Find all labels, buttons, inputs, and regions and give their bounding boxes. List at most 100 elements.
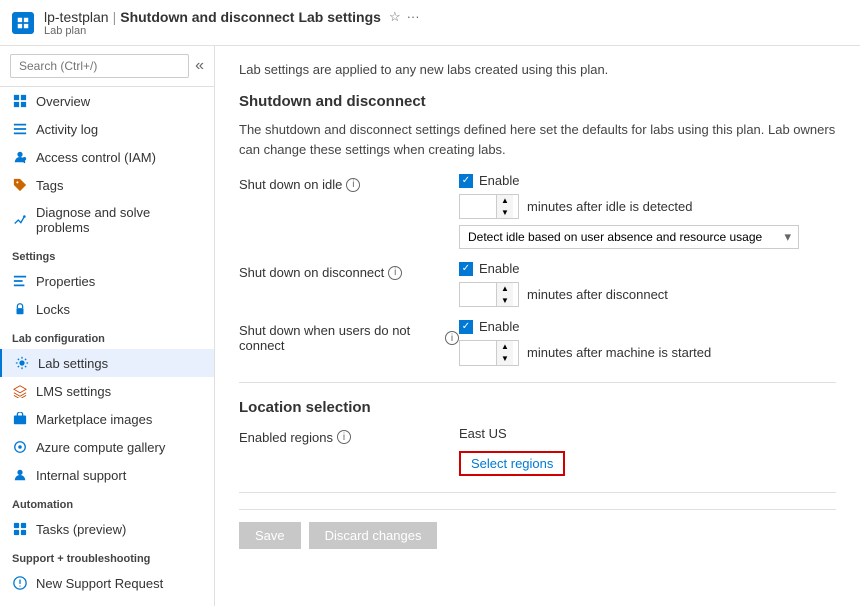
shutdown-section-title: Shutdown and disconnect xyxy=(239,93,836,114)
support-section-label: Support + troubleshooting xyxy=(0,543,214,569)
sidebar-item-internal-support-label: Internal support xyxy=(36,468,126,483)
shutdown-idle-spinner: 15 ▲ ▼ xyxy=(459,194,519,219)
shutdown-idle-enable-text: Enable xyxy=(479,173,519,188)
activity-log-icon xyxy=(12,121,28,137)
sidebar-item-properties[interactable]: Properties xyxy=(0,267,214,295)
diagnose-icon xyxy=(12,212,28,228)
shutdown-idle-info-icon[interactable]: i xyxy=(346,178,360,192)
enabled-regions-info-icon[interactable]: i xyxy=(337,430,351,444)
sidebar-item-activity-log[interactable]: Activity log xyxy=(0,115,214,143)
shutdown-disconnect-spinner: 0 ▲ ▼ xyxy=(459,282,519,307)
shutdown-disconnect-info-icon[interactable]: i xyxy=(388,266,402,280)
location-section-title: Location selection xyxy=(239,399,836,420)
shutdown-no-connect-minutes-input[interactable]: 15 xyxy=(460,342,496,363)
shutdown-idle-dropdown-wrapper: Detect idle based on user absence and re… xyxy=(459,225,799,249)
tags-icon xyxy=(12,177,28,193)
shutdown-no-connect-minutes-row: 15 ▲ ▼ minutes after machine is started xyxy=(459,340,711,365)
page-title-text: Lab settings xyxy=(298,9,380,25)
save-button[interactable]: Save xyxy=(239,522,301,549)
shutdown-idle-minutes-label: minutes after idle is detected xyxy=(527,199,692,214)
shutdown-idle-checkbox[interactable] xyxy=(459,174,473,188)
sidebar-item-lab-settings-label: Lab settings xyxy=(38,356,108,371)
shutdown-idle-dropdown[interactable]: Detect idle based on user absence and re… xyxy=(459,225,799,249)
collapse-button[interactable]: « xyxy=(195,57,204,75)
shutdown-idle-control: Enable 15 ▲ ▼ minutes after idle is dete… xyxy=(459,173,799,249)
discard-changes-button[interactable]: Discard changes xyxy=(309,522,438,549)
footer-buttons: Save Discard changes xyxy=(239,509,836,549)
shutdown-section-desc: The shutdown and disconnect settings def… xyxy=(239,120,836,159)
sidebar-item-tags[interactable]: Tags xyxy=(0,171,214,199)
sidebar-item-properties-label: Properties xyxy=(36,274,95,289)
sidebar-item-locks-label: Locks xyxy=(36,302,70,317)
shutdown-idle-dropdown-row: Detect idle based on user absence and re… xyxy=(459,225,799,249)
shutdown-disconnect-control: Enable 0 ▲ ▼ minutes after disconnect xyxy=(459,261,668,307)
sidebar-item-locks[interactable]: Locks xyxy=(0,295,214,323)
main-content: Lab settings are applied to any new labs… xyxy=(215,46,860,606)
select-regions-button[interactable]: Select regions xyxy=(459,451,565,476)
sidebar-item-activity-log-label: Activity log xyxy=(36,122,98,137)
top-bar: lp-testplan | Shutdown and disconnect La… xyxy=(0,0,860,46)
shutdown-disconnect-minutes-row: 0 ▲ ▼ minutes after disconnect xyxy=(459,282,668,307)
sidebar-item-overview[interactable]: Overview xyxy=(0,87,214,115)
access-control-icon xyxy=(12,149,28,165)
shutdown-idle-increment[interactable]: ▲ xyxy=(497,195,513,207)
sidebar-item-new-support[interactable]: New Support Request xyxy=(0,569,214,597)
shutdown-idle-minutes-row: 15 ▲ ▼ minutes after idle is detected xyxy=(459,194,799,219)
shutdown-disconnect-arrows: ▲ ▼ xyxy=(496,283,513,306)
search-box-container: « xyxy=(0,46,214,87)
shutdown-no-connect-decrement[interactable]: ▼ xyxy=(497,353,513,365)
shutdown-no-connect-control: Enable 15 ▲ ▼ minutes after machine is s… xyxy=(459,319,711,365)
sidebar-item-marketplace-images-label: Marketplace images xyxy=(36,412,152,427)
sidebar-item-tasks[interactable]: Tasks (preview) xyxy=(0,515,214,543)
sidebar-item-internal-support[interactable]: Internal support xyxy=(0,461,214,489)
shutdown-idle-decrement[interactable]: ▼ xyxy=(497,207,513,219)
shutdown-no-connect-increment[interactable]: ▲ xyxy=(497,341,513,353)
enabled-regions-row: Enabled regions i East US Select regions xyxy=(239,426,836,476)
breadcrumb-plan: lp-testplan xyxy=(44,9,109,25)
shutdown-disconnect-enable-text: Enable xyxy=(479,261,519,276)
sidebar-item-lab-settings[interactable]: Lab settings xyxy=(0,349,214,377)
sidebar-item-diagnose[interactable]: Diagnose and solve problems xyxy=(0,199,214,241)
shutdown-no-connect-info-icon[interactable]: i xyxy=(445,331,459,345)
search-input[interactable] xyxy=(10,54,189,78)
shutdown-no-connect-enable-row: Enable xyxy=(459,319,711,334)
sidebar-item-azure-compute[interactable]: Azure compute gallery xyxy=(0,433,214,461)
enabled-regions-label: Enabled regions i xyxy=(239,426,459,445)
shutdown-idle-label: Shut down on idle i xyxy=(239,173,459,192)
footer-divider xyxy=(239,492,836,493)
properties-icon xyxy=(12,273,28,289)
new-support-icon xyxy=(12,575,28,591)
shutdown-idle-enable-row: Enable xyxy=(459,173,799,188)
shutdown-disconnect-increment[interactable]: ▲ xyxy=(497,283,513,295)
sidebar-item-marketplace-images[interactable]: Marketplace images xyxy=(0,405,214,433)
shutdown-idle-minutes-input[interactable]: 15 xyxy=(460,196,496,217)
sidebar-item-overview-label: Overview xyxy=(36,94,90,109)
sidebar-item-access-control[interactable]: Access control (IAM) xyxy=(0,143,214,171)
shutdown-idle-arrows: ▲ ▼ xyxy=(496,195,513,218)
shutdown-disconnect-minutes-input[interactable]: 0 xyxy=(460,284,496,305)
locks-icon xyxy=(12,301,28,317)
shutdown-disconnect-decrement[interactable]: ▼ xyxy=(497,295,513,307)
azure-compute-icon xyxy=(12,439,28,455)
page-title: Shutdown and disconnect xyxy=(120,9,294,25)
sidebar-item-lms-settings[interactable]: LMS settings xyxy=(0,377,214,405)
sidebar-item-lms-settings-label: LMS settings xyxy=(36,384,111,399)
sidebar-item-tasks-label: Tasks (preview) xyxy=(36,522,126,537)
shutdown-no-connect-row: Shut down when users do not connect i En… xyxy=(239,319,836,365)
sidebar: « Overview Activity log Access control (… xyxy=(0,46,215,606)
shutdown-disconnect-minutes-label: minutes after disconnect xyxy=(527,287,668,302)
separator: | xyxy=(113,9,117,25)
shutdown-no-connect-enable-text: Enable xyxy=(479,319,519,334)
shutdown-no-connect-checkbox[interactable] xyxy=(459,320,473,334)
automation-section-label: Automation xyxy=(0,489,214,515)
shutdown-disconnect-checkbox[interactable] xyxy=(459,262,473,276)
tasks-icon xyxy=(12,521,28,537)
shutdown-disconnect-label: Shut down on disconnect i xyxy=(239,261,459,280)
subtitle: Lab plan xyxy=(44,25,420,37)
more-icon[interactable]: ··· xyxy=(407,9,420,24)
shutdown-no-connect-arrows: ▲ ▼ xyxy=(496,341,513,364)
star-icon[interactable]: ☆ xyxy=(389,9,401,25)
sidebar-item-new-support-label: New Support Request xyxy=(36,576,163,591)
lab-settings-icon xyxy=(14,355,30,371)
sidebar-item-diagnose-label: Diagnose and solve problems xyxy=(36,205,202,235)
